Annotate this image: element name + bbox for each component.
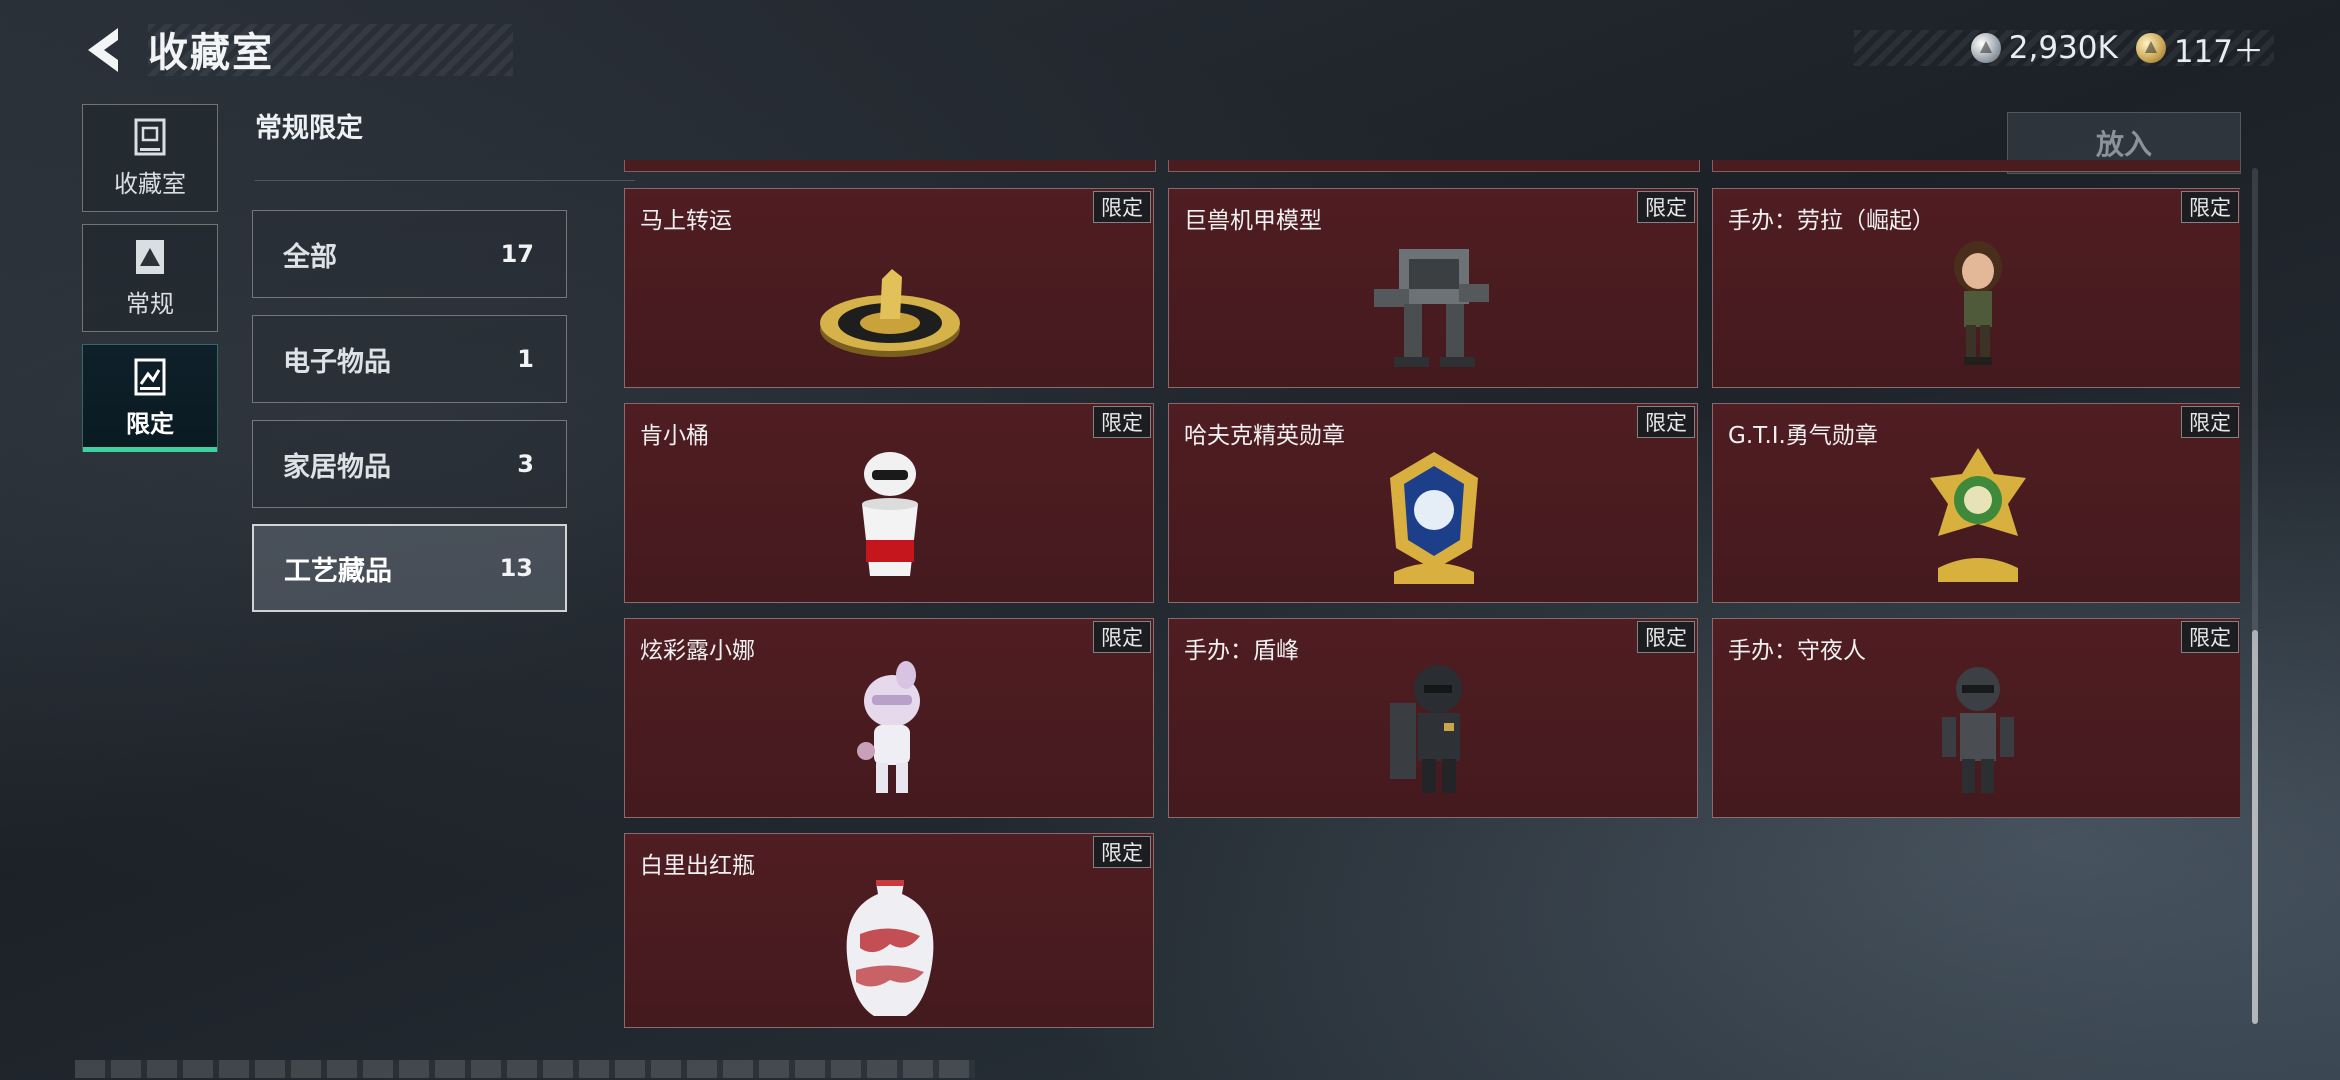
category-name: 电子物品	[283, 346, 391, 378]
bottom-hint-bar	[75, 1060, 975, 1078]
courage-medal-icon	[1930, 448, 2026, 582]
currency-gold-value: 117＋	[2173, 33, 2264, 70]
doll-figure-icon	[857, 661, 920, 793]
item-card[interactable]: 巨兽机甲模型 限定	[1168, 188, 1698, 388]
item-card[interactable]: 炫彩露小娜 限定	[624, 618, 1154, 818]
item-card[interactable]: 白里出红瓶 限定	[624, 833, 1154, 1028]
item-name: 炫彩露小娜	[640, 638, 755, 664]
limited-tag: 限定	[1637, 191, 1695, 223]
elite-medal-icon	[1390, 452, 1478, 584]
category-count: 3	[517, 450, 534, 478]
item-name: 马上转运	[640, 208, 732, 234]
item-grid: 马上转运 限定 巨兽机甲模型 限定 手办：劳拉（崛起） 限定 肯小桶 限定 哈夫…	[620, 160, 2240, 1030]
vault-icon	[134, 118, 166, 155]
nav-item-regular[interactable]: 常规	[82, 224, 218, 332]
limited-tag: 限定	[1093, 406, 1151, 438]
nav-label-limited: 限定	[126, 409, 174, 438]
item-card[interactable]: 手办：守夜人 限定	[1712, 618, 2240, 818]
shield-soldier-figure-icon	[1390, 665, 1462, 793]
category-home[interactable]: 家居物品 3	[252, 420, 567, 508]
currency-bar: 2,930K 117＋	[1854, 30, 2274, 70]
card-partial-top	[1712, 160, 2240, 172]
item-name: 哈夫克精英勋章	[1184, 423, 1345, 449]
horse-roulette-icon	[820, 269, 960, 357]
card-partial-top	[1168, 160, 1700, 172]
limited-card-icon	[134, 358, 166, 395]
item-name: 手办：盾峰	[1184, 638, 1299, 664]
category-name: 全部	[283, 241, 337, 273]
limited-tag: 限定	[1637, 621, 1695, 653]
back-arrow-icon[interactable]	[78, 22, 134, 78]
item-name: 白里出红瓶	[640, 853, 755, 879]
item-card[interactable]: G.T.I.勇气勋章 限定	[1712, 403, 2240, 603]
section-divider	[255, 180, 635, 181]
limited-tag: 限定	[1093, 836, 1151, 868]
lara-figure-icon	[1954, 241, 2002, 365]
card-partial-top	[624, 160, 1156, 172]
category-count: 13	[499, 554, 533, 582]
silver-coin-icon	[1970, 33, 2001, 63]
currency-silver-value: 2,930K	[2008, 30, 2118, 66]
item-name: G.T.I.勇气勋章	[1728, 423, 1878, 449]
item-card[interactable]: 马上转运 限定	[624, 188, 1154, 388]
category-name: 工艺藏品	[284, 555, 392, 587]
section-title: 常规限定	[255, 113, 363, 144]
category-electronics[interactable]: 电子物品 1	[252, 315, 567, 403]
scrollbar-thumb[interactable]	[2252, 630, 2258, 1024]
gold-coin-icon	[2135, 33, 2166, 63]
regular-card-icon	[136, 239, 164, 274]
item-card[interactable]: 手办：盾峰 限定	[1168, 618, 1698, 818]
category-name: 家居物品	[283, 451, 391, 483]
nav-label-regular: 常规	[126, 289, 174, 318]
category-count: 1	[517, 345, 534, 373]
limited-tag: 限定	[2181, 406, 2239, 438]
nav-item-limited[interactable]: 限定	[82, 344, 218, 452]
limited-tag: 限定	[2181, 621, 2239, 653]
category-all[interactable]: 全部 17	[252, 210, 567, 298]
page-title: 收藏室	[148, 30, 274, 76]
item-name: 肯小桶	[640, 423, 709, 449]
currency-gold[interactable]: 117＋	[2135, 26, 2264, 71]
bucket-figure-icon	[862, 452, 918, 576]
limited-tag: 限定	[1093, 621, 1151, 653]
porcelain-vase-icon	[846, 880, 934, 1016]
item-card[interactable]: 肯小桶 限定	[624, 403, 1154, 603]
item-card[interactable]: 哈夫克精英勋章 限定	[1168, 403, 1698, 603]
mech-model-icon	[1374, 249, 1489, 367]
category-count: 17	[500, 240, 534, 268]
nav-item-vault[interactable]: 收藏室	[82, 104, 218, 212]
limited-tag: 限定	[2181, 191, 2239, 223]
item-card[interactable]: 手办：劳拉（崛起） 限定	[1712, 188, 2240, 388]
top-header: 收藏室 2,930K 117＋	[0, 0, 2340, 100]
nav-label-vault: 收藏室	[114, 169, 186, 198]
limited-tag: 限定	[1093, 191, 1151, 223]
item-name: 巨兽机甲模型	[1184, 208, 1322, 234]
category-crafts[interactable]: 工艺藏品 13	[252, 524, 567, 612]
night-watch-figure-icon	[1942, 667, 2014, 793]
item-name: 手办：守夜人	[1728, 638, 1866, 664]
limited-tag: 限定	[1637, 406, 1695, 438]
currency-silver[interactable]: 2,930K	[1970, 30, 2118, 66]
